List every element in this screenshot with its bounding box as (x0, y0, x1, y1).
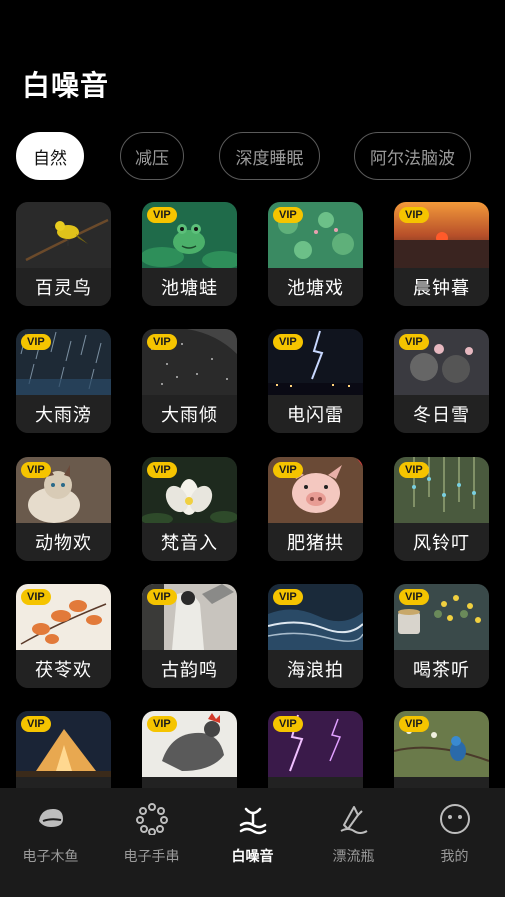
nav-white-noise[interactable]: 白噪音 (202, 788, 303, 888)
sound-label: 喝茶听 (394, 650, 489, 688)
sound-card-lark[interactable]: 百灵鸟 (16, 202, 111, 306)
sound-card-ancient-rhythm[interactable]: VIP 古韵鸣 (142, 584, 237, 688)
sound-card-buddhist-chant[interactable]: VIP 梵音入 (142, 457, 237, 561)
sound-label: 梵音入 (142, 523, 237, 561)
nav-label: 电子手串 (123, 849, 180, 865)
sound-card-camping[interactable]: VIP (16, 711, 111, 788)
tab-nature[interactable]: 自然 (16, 132, 84, 180)
vip-badge: VIP (21, 716, 51, 732)
vip-badge: VIP (273, 334, 303, 350)
vip-badge: VIP (273, 589, 303, 605)
sound-card-ocean-waves[interactable]: VIP 海浪拍 (268, 584, 363, 688)
vip-badge: VIP (273, 716, 303, 732)
vip-badge: VIP (399, 207, 429, 223)
sound-card-rooster[interactable]: VIP (142, 711, 237, 788)
sound-label: 海浪拍 (268, 650, 363, 688)
nav-label: 电子木鱼 (22, 849, 79, 865)
sound-card-pond-play[interactable]: VIP 池塘戏 (268, 202, 363, 306)
vip-badge: VIP (147, 207, 177, 223)
sound-label: 池塘蛙 (142, 268, 237, 306)
sound-label: 大雨倾 (142, 395, 237, 433)
sound-grid: 百灵鸟 VIP 池塘蛙 VIP 池塘戏 VIP 晨钟暮 VIP 大雨滂 VIP … (16, 202, 489, 788)
page-title: 白噪音 (22, 69, 110, 102)
tab-alpha-waves[interactable]: 阿尔法脑波 (354, 132, 471, 180)
vip-badge: VIP (147, 462, 177, 478)
vip-badge: VIP (399, 589, 429, 605)
sound-label: 池塘戏 (268, 268, 363, 306)
sound-card-pig[interactable]: VIP 肥猪拱 (268, 457, 363, 561)
nav-label: 白噪音 (231, 849, 274, 865)
bird-on-branch-icon (16, 202, 111, 268)
sound-label (268, 777, 363, 788)
sound-card-blue-bird[interactable]: VIP (394, 711, 489, 788)
sound-card-pond-frog[interactable]: VIP 池塘蛙 (142, 202, 237, 306)
sound-card-purple-storm[interactable]: VIP (268, 711, 363, 788)
sound-card-winter-snow[interactable]: VIP 冬日雪 (394, 329, 489, 433)
tab-deep-sleep[interactable]: 深度睡眠 (219, 132, 320, 180)
nav-label: 我的 (440, 849, 469, 865)
nav-wooden-fish[interactable]: 电子木鱼 (0, 788, 101, 888)
sound-label: 古韵鸣 (142, 650, 237, 688)
vip-badge: VIP (399, 716, 429, 732)
sound-label: 风铃叮 (394, 523, 489, 561)
vip-badge: VIP (21, 462, 51, 478)
sound-card-animals[interactable]: VIP 动物欢 (16, 457, 111, 561)
sound-card-pouring-rain[interactable]: VIP 大雨倾 (142, 329, 237, 433)
sound-card-heavy-rain[interactable]: VIP 大雨滂 (16, 329, 111, 433)
sound-label (394, 777, 489, 788)
drift-bottle-icon (337, 802, 371, 836)
sound-card-morning-bell[interactable]: VIP 晨钟暮 (394, 202, 489, 306)
vip-badge: VIP (21, 589, 51, 605)
nav-drift-bottle[interactable]: 漂流瓶 (303, 788, 404, 888)
nav-label: 漂流瓶 (332, 849, 375, 865)
vip-badge: VIP (147, 334, 177, 350)
vip-badge: VIP (273, 207, 303, 223)
nav-prayer-beads[interactable]: 电子手串 (101, 788, 202, 888)
prayer-beads-icon (135, 802, 169, 836)
sound-label: 动物欢 (16, 523, 111, 561)
sound-label: 大雨滂 (16, 395, 111, 433)
tab-stress-relief[interactable]: 减压 (120, 132, 184, 180)
nav-profile[interactable]: 我的 (404, 788, 505, 888)
vip-badge: VIP (147, 589, 177, 605)
category-tabs: 自然 减压 深度睡眠 阿尔法脑波 (16, 132, 476, 180)
sound-label: 电闪雷 (268, 395, 363, 433)
sound-card-thunder[interactable]: VIP 电闪雷 (268, 329, 363, 433)
vip-badge: VIP (399, 334, 429, 350)
sound-label (142, 777, 237, 788)
vip-badge: VIP (273, 462, 303, 478)
sound-label: 冬日雪 (394, 395, 489, 433)
sound-label: 肥猪拱 (268, 523, 363, 561)
wave-icon (236, 802, 270, 836)
sound-label (16, 777, 111, 788)
sound-card-tea[interactable]: VIP 喝茶听 (394, 584, 489, 688)
vip-badge: VIP (399, 462, 429, 478)
sound-card-wind-chimes[interactable]: VIP 风铃叮 (394, 457, 489, 561)
bottom-nav: 电子木鱼 电子手串 白噪音 漂流瓶 我的 (0, 788, 505, 897)
sound-label: 茯苓欢 (16, 650, 111, 688)
vip-badge: VIP (21, 334, 51, 350)
wooden-fish-icon (34, 802, 68, 836)
smiley-face-icon (438, 802, 472, 836)
sound-card-poria[interactable]: VIP 茯苓欢 (16, 584, 111, 688)
sound-label: 百灵鸟 (16, 268, 111, 306)
vip-badge: VIP (147, 716, 177, 732)
sound-label: 晨钟暮 (394, 268, 489, 306)
